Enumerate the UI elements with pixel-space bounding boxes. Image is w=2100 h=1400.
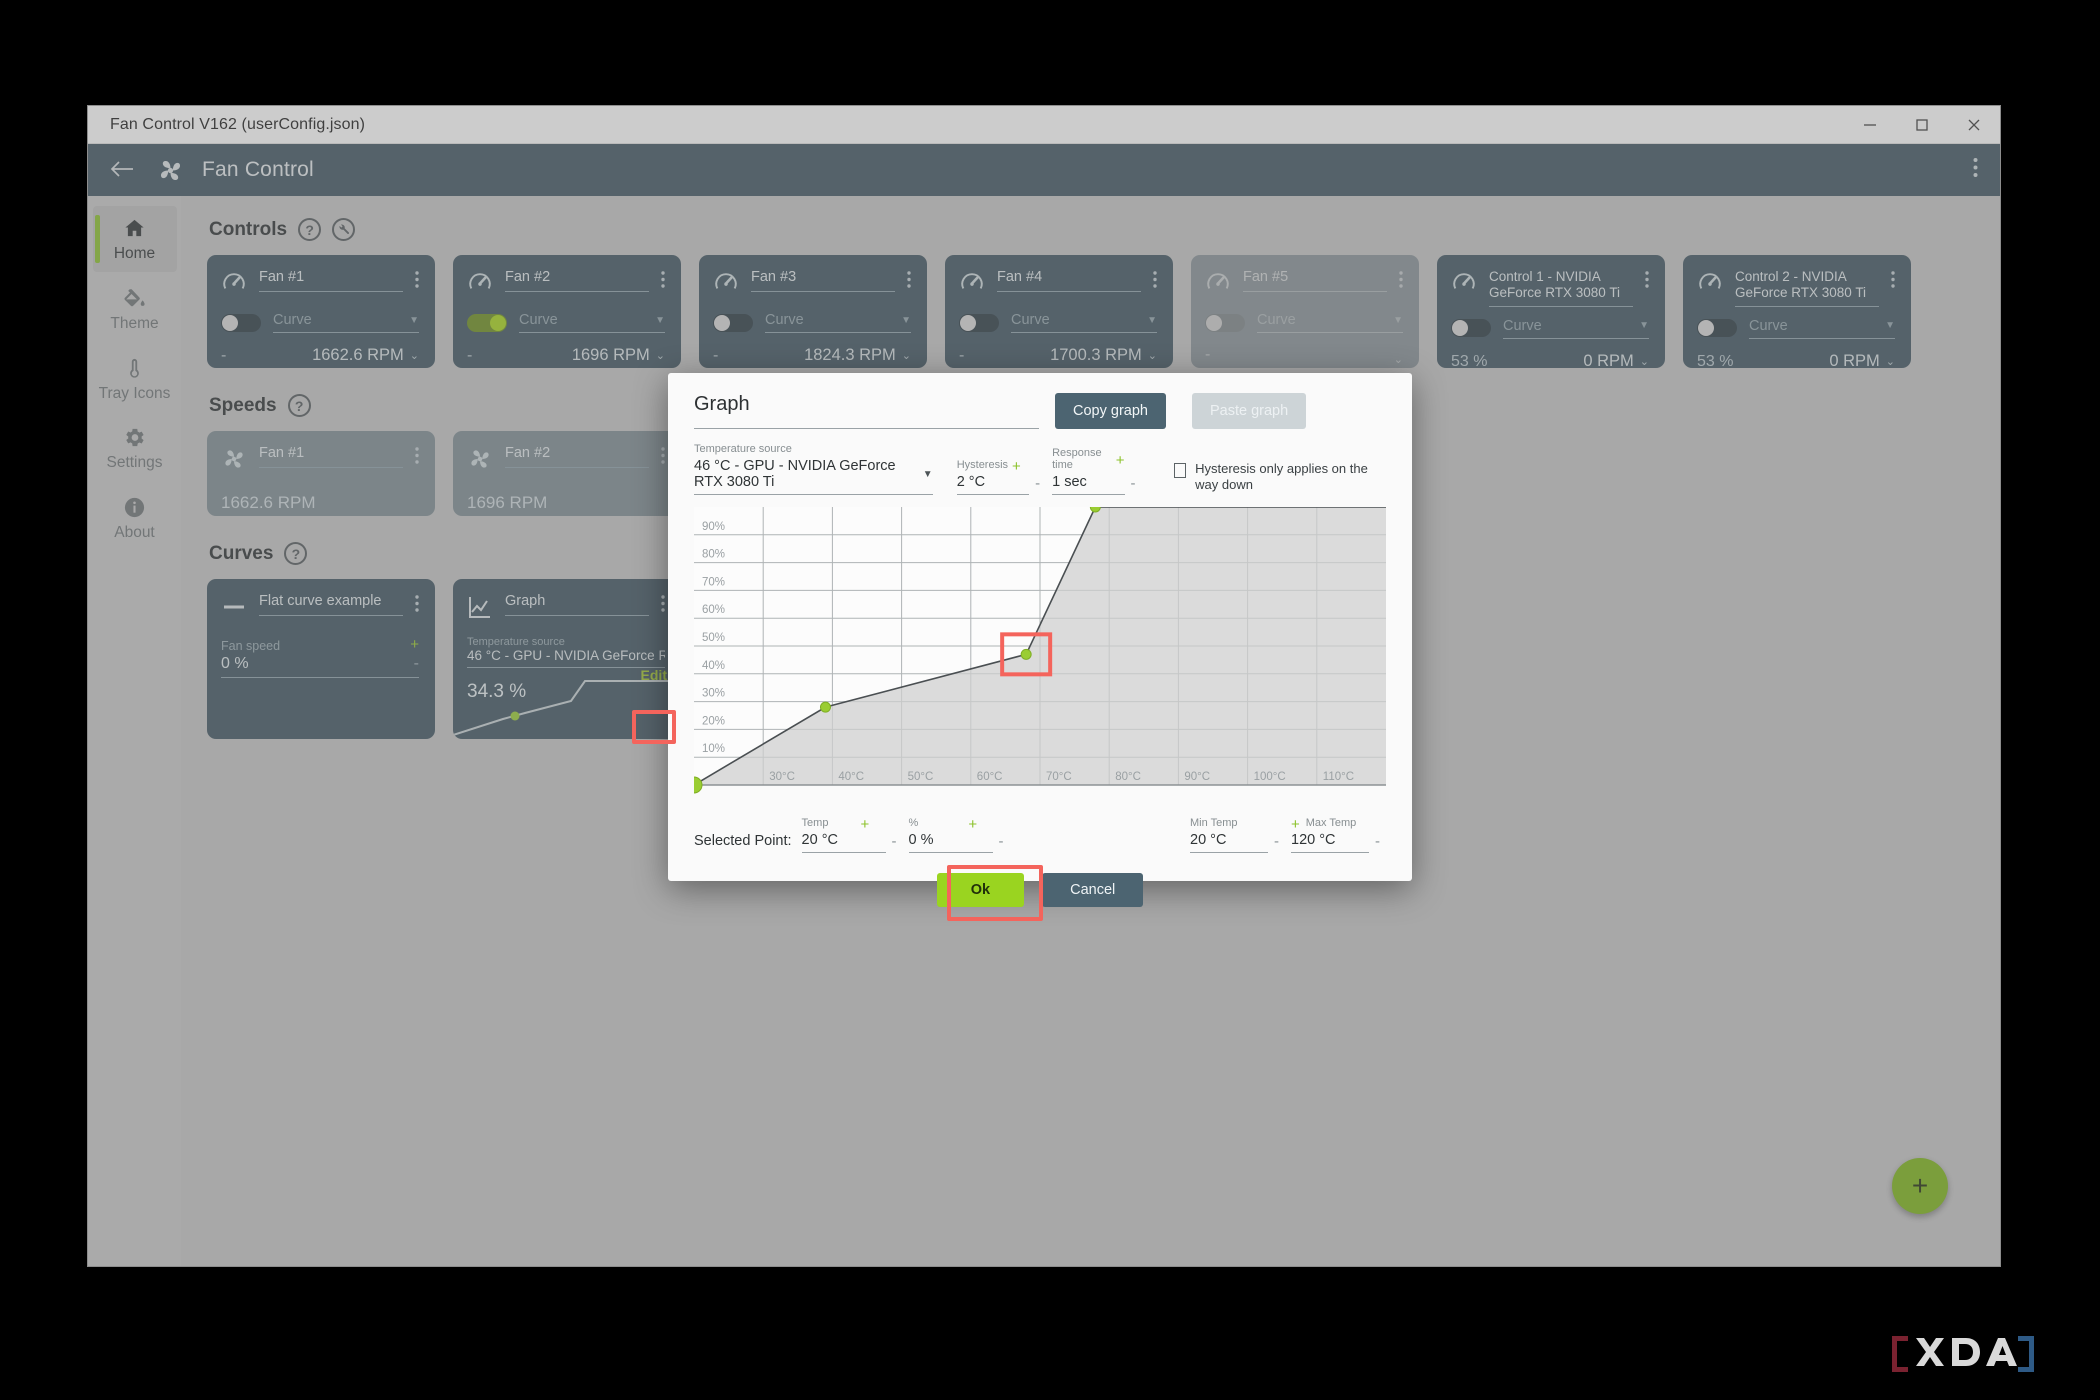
y-axis-tick-label: 60% <box>702 604 725 616</box>
max-temp-value[interactable]: 120 °C <box>1291 832 1369 853</box>
chart-point[interactable] <box>819 701 831 713</box>
min-temp-label: Min Temp <box>1190 817 1238 829</box>
paste-graph-button[interactable]: Paste graph <box>1191 393 1307 429</box>
graph-editor-dialog: Graph Copy graph Paste graph Temperature… <box>668 373 1412 921</box>
fan-curve-plot[interactable]: 10% 20% 30% 40% 50% 60% 70% 80% 90% 30°C 40°C 50°C 6… <box>694 507 1386 807</box>
percent-decrement-icon[interactable]: - <box>993 834 1010 853</box>
selected-point-row: Selected Point: Temp + 20 °C - % + 0 % -… <box>694 817 1386 853</box>
y-axis-tick-label: 70% <box>702 576 725 588</box>
cancel-button[interactable]: Cancel <box>1042 873 1144 907</box>
y-axis-tick-label: 20% <box>702 715 725 727</box>
hysteresis-checkbox-row[interactable]: Hysteresis only applies on the way down <box>1173 460 1386 496</box>
max-temp-label: Max Temp <box>1305 817 1357 829</box>
response-decrement-icon[interactable]: - <box>1125 476 1142 495</box>
y-axis-tick-label: 80% <box>702 549 725 561</box>
screenshot-root: Fan Control V162 (userConfig.json) Fan C… <box>0 0 2100 1400</box>
temperature-source-value: 46 °C - GPU - NVIDIA GeForce RTX 3080 Ti <box>694 458 896 490</box>
dialog-title-input[interactable]: Graph <box>694 393 1039 429</box>
ok-button[interactable]: Ok <box>936 873 1025 907</box>
selected-temp-field[interactable]: Temp + 20 °C <box>801 817 886 853</box>
chart-point[interactable] <box>1020 648 1032 660</box>
hysteresis-checkbox-label: Hysteresis only applies on the way down <box>1195 460 1368 492</box>
hysteresis-label: Hysteresis <box>956 459 1009 471</box>
max-temp-field[interactable]: + Max Temp 120 °C <box>1291 817 1369 853</box>
hysteresis-field[interactable]: Hysteresis + 2 °C <box>956 459 1030 495</box>
response-time-value[interactable]: 1 sec <box>1052 474 1125 495</box>
hysteresis-checkbox[interactable] <box>1173 462 1187 478</box>
x-axis-tick-label: 40°C <box>838 771 864 783</box>
xda-logo-icon <box>1892 1336 2034 1372</box>
percent-increment-icon[interactable]: + <box>968 817 977 832</box>
temp-decrement-icon[interactable]: - <box>886 834 903 853</box>
dialog-header: Graph Copy graph Paste graph <box>694 393 1386 429</box>
min-temp-decrement-icon[interactable]: - <box>1268 834 1285 853</box>
response-time-label: Response time <box>1052 447 1102 471</box>
temperature-source-field[interactable]: Temperature source 46 °C - GPU - NVIDIA … <box>694 443 933 495</box>
dialog-actions: Ok Cancel <box>694 865 1386 921</box>
hysteresis-value[interactable]: 2 °C <box>956 474 1030 495</box>
x-axis-tick-label: 80°C <box>1115 771 1141 783</box>
dialog-settings-row: Temperature source 46 °C - GPU - NVIDIA … <box>694 443 1386 495</box>
x-axis-tick-label: 90°C <box>1184 771 1210 783</box>
fan-curve-chart[interactable]: 10% 20% 30% 40% 50% 60% 70% 80% 90% 30°C 40°C 50°C 6… <box>694 507 1386 807</box>
hysteresis-decrement-icon[interactable]: - <box>1029 476 1046 495</box>
selected-point-label: Selected Point: <box>694 833 792 849</box>
selected-temp-label: Temp <box>801 817 829 829</box>
y-axis-tick-label: 10% <box>702 743 725 755</box>
y-axis-tick-label: 50% <box>702 632 725 644</box>
temp-increment-icon[interactable]: + <box>860 817 869 832</box>
min-temp-value[interactable]: 20 °C <box>1190 832 1268 853</box>
copy-graph-button[interactable]: Copy graph <box>1055 393 1166 429</box>
selected-percent-field[interactable]: % + 0 % <box>908 817 993 853</box>
watermark <box>1888 1332 2038 1376</box>
temperature-source-select[interactable]: 46 °C - GPU - NVIDIA GeForce RTX 3080 Ti… <box>694 458 933 495</box>
min-temp-field[interactable]: Min Temp 20 °C <box>1190 817 1268 853</box>
hysteresis-increment-icon[interactable]: + <box>1012 459 1021 474</box>
x-axis-tick-label: 70°C <box>1046 771 1072 783</box>
response-increment-icon[interactable]: + <box>1116 453 1125 468</box>
temperature-source-label: Temperature source <box>694 443 792 455</box>
max-temp-decrement-icon[interactable]: - <box>1369 834 1386 853</box>
y-axis-tick-label: 90% <box>702 521 725 533</box>
x-axis-tick-label: 30°C <box>769 771 795 783</box>
selected-percent-label: % <box>908 817 919 829</box>
x-axis-tick-label: 60°C <box>977 771 1003 783</box>
chevron-down-icon: ▼ <box>922 468 933 480</box>
max-temp-increment-icon[interactable]: + <box>1291 817 1300 832</box>
y-axis-tick-label: 30% <box>702 688 725 700</box>
selected-temp-value[interactable]: 20 °C <box>801 832 886 853</box>
response-time-field[interactable]: Response time + 1 sec <box>1052 447 1125 495</box>
x-axis-tick-label: 100°C <box>1254 771 1286 783</box>
y-axis-tick-label: 40% <box>702 660 725 672</box>
selected-percent-value[interactable]: 0 % <box>908 832 993 853</box>
x-axis-tick-label: 110°C <box>1323 771 1354 783</box>
x-axis-tick-label: 50°C <box>908 771 934 783</box>
